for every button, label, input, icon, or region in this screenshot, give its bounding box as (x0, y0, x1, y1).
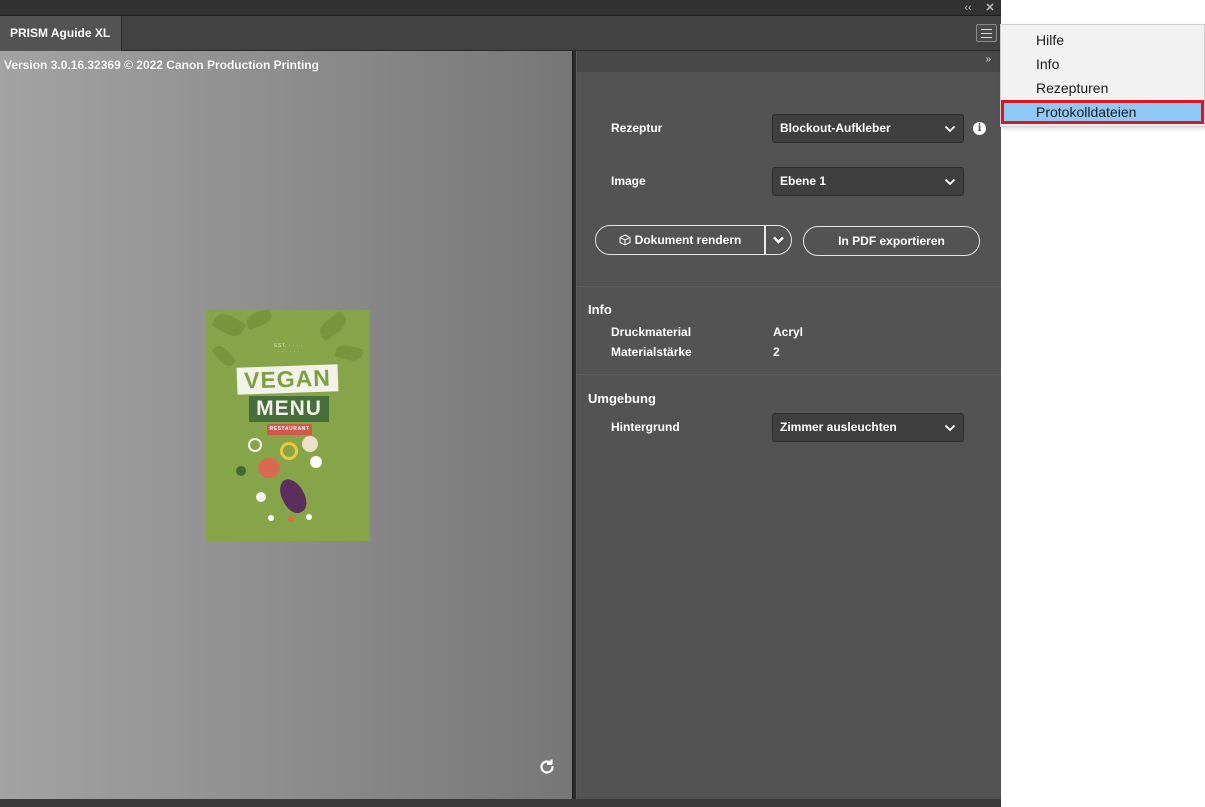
chevron-down-icon (944, 125, 956, 133)
cube-icon (619, 234, 631, 246)
materialstaerke-value: 2 (773, 345, 780, 359)
druckmaterial-label: Druckmaterial (611, 325, 692, 339)
rotate-icon[interactable] (537, 757, 557, 777)
druckmaterial-value: Acryl (773, 325, 804, 339)
materialstaerke-label: Materialstärke (611, 345, 692, 359)
umgebung-section-title: Umgebung (588, 391, 656, 406)
poster-title-menu: MENU (249, 396, 329, 422)
info-icon[interactable]: i (973, 122, 986, 135)
panel-tabbar: PRISM Aguide XL (0, 16, 1001, 51)
tab-prism-aguide[interactable]: PRISM Aguide XL (0, 16, 122, 51)
menu-item-rezepturen[interactable]: Rezepturen (1001, 76, 1204, 100)
hintergrund-label: Hintergrund (611, 420, 680, 434)
menu-item-hilfe[interactable]: Hilfe (1001, 28, 1204, 52)
poster-small-text: EST. · · · · · · · · · · (274, 343, 303, 355)
chevron-down-icon (773, 236, 784, 244)
leaf-decoration (211, 310, 247, 341)
menu-item-protokolldateien[interactable]: Protokolldateien (1001, 100, 1204, 124)
render-preview[interactable]: Version 3.0.16.32369 © 2022 Canon Produc… (0, 51, 572, 799)
panel-header: » (577, 51, 1001, 72)
section-divider (577, 374, 1001, 375)
poster-title-vegan: VEGAN (236, 364, 339, 395)
render-options-dropdown-button[interactable] (765, 225, 792, 255)
window-titlebar: ‹‹ ✕ (0, 0, 1001, 16)
export-pdf-button[interactable]: In PDF exportieren (803, 226, 980, 256)
hintergrund-select[interactable]: Zimmer ausleuchten (772, 413, 964, 442)
hamburger-icon (981, 29, 992, 30)
panel-menu-button[interactable] (976, 24, 997, 42)
image-select[interactable]: Ebene 1 (772, 167, 964, 196)
poster-tag: RESTAURANT (267, 424, 312, 435)
rezeptur-label: Rezeptur (611, 121, 663, 135)
chevron-down-icon (944, 178, 956, 186)
settings-panel: » Rezeptur Blockout-Aufkleber i Image Eb… (577, 51, 1001, 799)
document-thumbnail: EST. · · · · · · · · · · VEGAN MENU REST… (206, 310, 370, 541)
version-text: Version 3.0.16.32369 © 2022 Canon Produc… (4, 58, 319, 72)
render-document-button[interactable]: Dokument rendern (595, 225, 765, 255)
section-divider (577, 286, 1001, 287)
vegetable-illustration (258, 458, 280, 478)
aguide-panel-window: ‹‹ ✕ PRISM Aguide XL Version 3.0.16.3236… (0, 0, 1001, 807)
panel-flyout-menu: Hilfe Info Rezepturen Protokolldateien (1000, 24, 1205, 127)
info-section-title: Info (588, 302, 612, 317)
status-bar (0, 799, 1001, 807)
rezeptur-select[interactable]: Blockout-Aufkleber (772, 114, 964, 143)
close-icon[interactable]: ✕ (982, 0, 998, 16)
fast-forward-icon[interactable]: » (985, 54, 991, 65)
chevron-down-icon (944, 424, 956, 432)
menu-item-info[interactable]: Info (1001, 52, 1204, 76)
image-label: Image (611, 174, 646, 188)
collapse-icon[interactable]: ‹‹ (960, 0, 976, 16)
